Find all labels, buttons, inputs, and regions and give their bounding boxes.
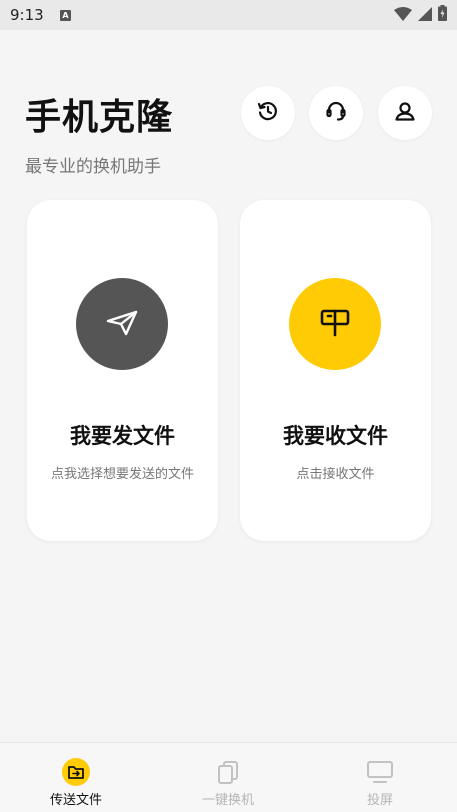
status-bar: 9:13 A	[0, 0, 457, 30]
send-files-description: 点我选择想要发送的文件	[50, 467, 194, 482]
send-files-title: 我要发文件	[70, 424, 175, 448]
headset-icon	[324, 99, 348, 127]
status-time: 9:13	[10, 6, 44, 24]
nav-label-screen-cast: 投屏	[366, 793, 393, 808]
send-icon-circle	[76, 278, 168, 370]
folder-transfer-icon	[61, 757, 91, 787]
nav-label-phone-switch: 一键换机	[201, 793, 254, 808]
receive-files-card[interactable]: 我要收文件 点击接收文件	[240, 200, 431, 541]
receive-files-description: 点击接收文件	[296, 467, 375, 482]
status-icons	[394, 5, 447, 25]
monitor-icon	[365, 757, 395, 787]
profile-icon	[393, 99, 417, 127]
wifi-icon	[394, 6, 412, 25]
signal-icon	[418, 6, 432, 25]
receive-files-title: 我要收文件	[283, 424, 388, 448]
bottom-nav: 传送文件 一键换机 投屏	[0, 742, 457, 812]
nav-item-phone-switch[interactable]: 一键换机	[152, 743, 304, 812]
receive-icon-circle	[289, 278, 381, 370]
nav-item-screen-cast[interactable]: 投屏	[304, 743, 456, 812]
send-files-card[interactable]: 我要发文件 点我选择想要发送的文件	[27, 200, 218, 541]
paper-plane-icon	[104, 304, 140, 344]
history-button[interactable]	[241, 86, 295, 140]
nav-item-transfer-files[interactable]: 传送文件	[0, 743, 152, 812]
history-icon	[256, 99, 280, 127]
mailbox-icon	[318, 305, 352, 343]
page-title: 手机克隆	[25, 97, 174, 138]
page-subtitle: 最专业的换机助手	[25, 157, 161, 177]
phone-switch-icon	[213, 757, 243, 787]
customer-service-button[interactable]	[309, 86, 363, 140]
profile-button[interactable]	[378, 86, 432, 140]
notification-badge: A	[60, 10, 71, 21]
nav-label-transfer-files: 传送文件	[49, 793, 102, 808]
battery-charging-icon	[438, 5, 447, 25]
